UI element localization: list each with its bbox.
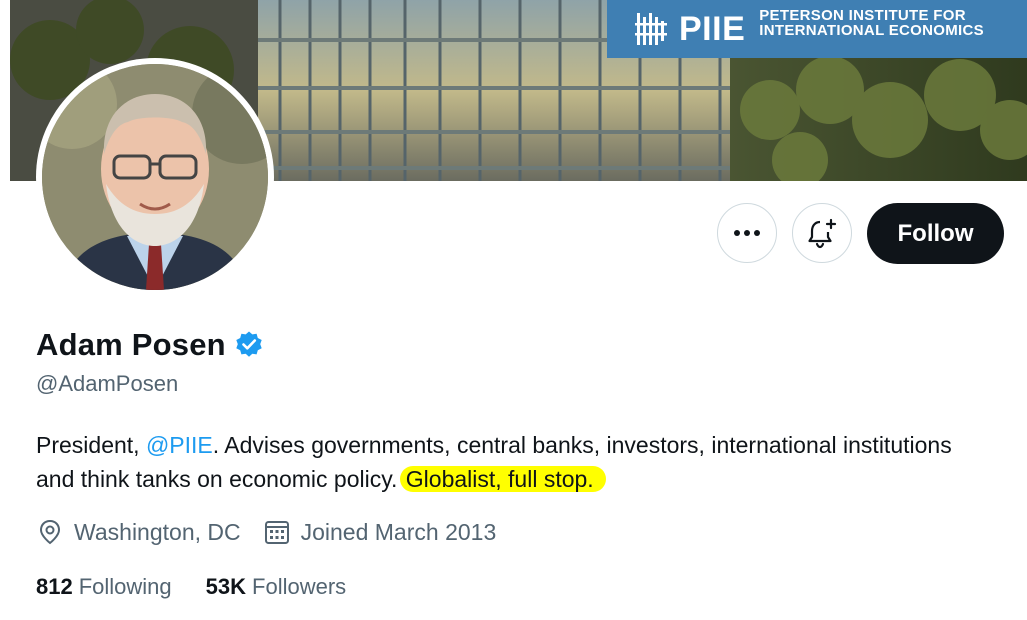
piie-mark-icon <box>635 13 667 45</box>
bio-highlighted-text: Globalist, full stop. <box>399 466 606 492</box>
piie-logo: PIIE PETERSON INSTITUTE FOR INTERNATIONA… <box>607 0 1027 58</box>
bio-mention-link[interactable]: @PIIE <box>146 432 213 458</box>
following-label: Following <box>78 574 172 599</box>
followers-label: Followers <box>252 574 347 599</box>
profile-stats: 812 Following 53K Followers <box>36 574 346 600</box>
location-text: Washington, DC <box>74 518 241 545</box>
following-link[interactable]: 812 Following <box>36 574 172 600</box>
joined-item: Joined March 2013 <box>263 518 497 546</box>
piie-org-name: PETERSON INSTITUTE FOR INTERNATIONAL ECO… <box>759 8 984 38</box>
followers-link[interactable]: 53K Followers <box>206 574 347 600</box>
calendar-icon <box>264 521 289 544</box>
verified-badge-icon[interactable] <box>234 330 264 360</box>
avatar-photo <box>42 64 268 290</box>
avatar-portrait <box>42 64 268 290</box>
bell-plus-icon <box>808 218 837 249</box>
avatar[interactable] <box>36 58 274 296</box>
followers-count: 53K <box>205 574 247 599</box>
more-options-button[interactable] <box>717 203 777 263</box>
follow-button[interactable]: Follow <box>867 203 1004 264</box>
left-edge <box>0 0 10 620</box>
piie-org-line2: INTERNATIONAL ECONOMICS <box>759 22 984 39</box>
following-count: 812 <box>36 574 73 599</box>
display-name: Adam Posen <box>36 327 226 362</box>
user-handle: @AdamPosen <box>36 371 179 396</box>
piie-logo-word: PIIE <box>679 10 746 48</box>
profile-name-row: Adam Posen <box>36 327 264 363</box>
bio-prefix: President, <box>36 432 146 458</box>
profile-meta: Washington, DC Joined March 2013 <box>36 518 496 546</box>
notifications-button[interactable] <box>792 203 852 263</box>
joined-text: Joined March 2013 <box>300 518 497 545</box>
piie-org-line1: PETERSON INSTITUTE FOR <box>759 7 966 24</box>
profile-bio: President, @PIIE. Advises governments, c… <box>36 428 996 496</box>
location-item: Washington, DC <box>36 518 241 546</box>
more-dots-icon <box>734 230 760 236</box>
location-pin-icon <box>39 519 61 545</box>
